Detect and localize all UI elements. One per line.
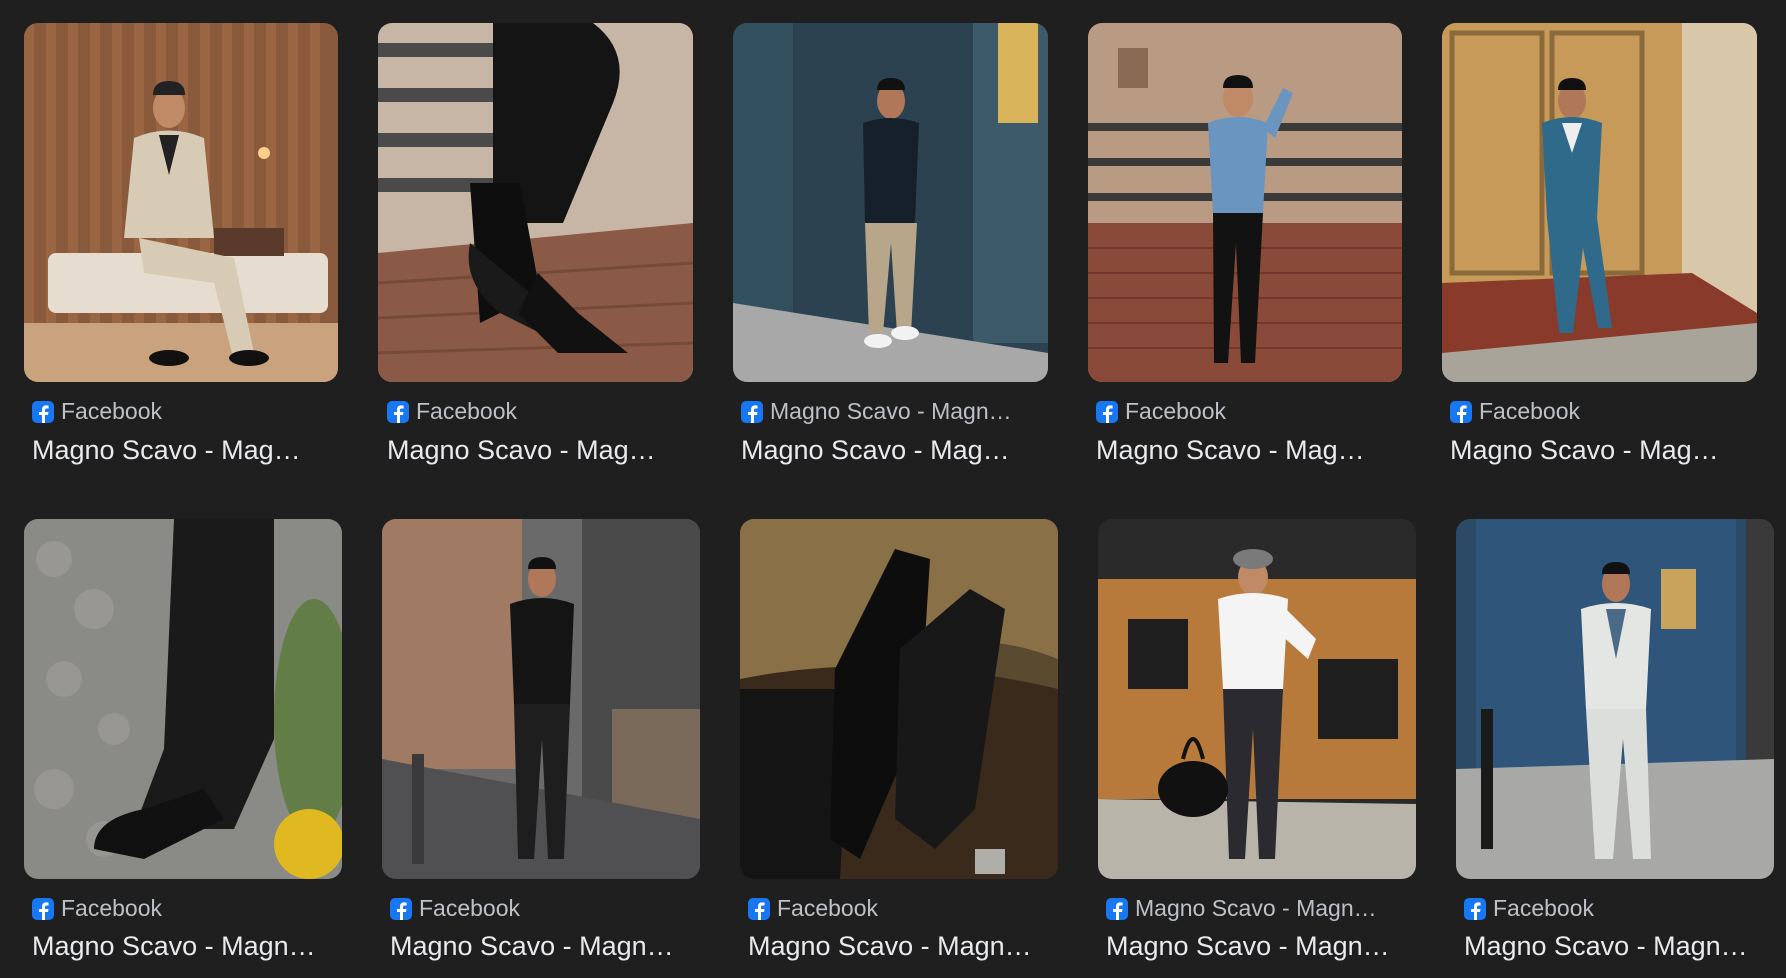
result-source-label: Facebook [1493, 895, 1595, 921]
result-source-label: Facebook [61, 895, 163, 921]
result-title[interactable]: Magno Scavo - Mag… [741, 435, 1041, 466]
result-source[interactable]: Facebook [32, 398, 332, 425]
facebook-icon [390, 897, 412, 920]
facebook-icon [1106, 897, 1128, 920]
result-source[interactable]: Facebook [1450, 398, 1750, 425]
result-thumbnail[interactable] [1088, 23, 1402, 382]
result-thumbnail[interactable] [740, 519, 1058, 879]
result-thumbnail[interactable] [1098, 519, 1416, 879]
result-title[interactable]: Magno Scavo - Mag… [32, 435, 332, 466]
result-source[interactable]: Magno Scavo - Magn… [1106, 895, 1406, 922]
result-source[interactable]: Magno Scavo - Magn… [741, 398, 1041, 425]
result-source-label: Facebook [61, 398, 163, 424]
facebook-icon [1096, 400, 1118, 423]
result-title[interactable]: Magno Scavo - Magn… [1464, 931, 1770, 962]
result-source-label: Magno Scavo - Magn… [1135, 895, 1377, 921]
image-results-grid: Facebook Magno Scavo - Mag… Facebook Mag… [0, 0, 1786, 978]
result-title[interactable]: Magno Scavo - Mag… [1450, 435, 1750, 466]
result-thumbnail[interactable] [378, 23, 693, 382]
result-source[interactable]: Facebook [32, 895, 332, 922]
facebook-icon [748, 897, 770, 920]
result-source[interactable]: Facebook [748, 895, 1048, 922]
result-source-label: Facebook [1125, 398, 1227, 424]
result-source-label: Facebook [777, 895, 879, 921]
result-source[interactable]: Facebook [1464, 895, 1764, 922]
result-source-label: Facebook [416, 398, 518, 424]
result-source[interactable]: Facebook [1096, 398, 1396, 425]
result-source[interactable]: Facebook [390, 895, 690, 922]
result-thumbnail[interactable] [24, 23, 338, 382]
facebook-icon [32, 400, 54, 423]
result-thumbnail[interactable] [1442, 23, 1757, 382]
result-title[interactable]: Magno Scavo - Mag… [1096, 435, 1396, 466]
result-source-label: Facebook [419, 895, 521, 921]
facebook-icon [387, 400, 409, 423]
result-title[interactable]: Magno Scavo - Magn… [32, 931, 338, 962]
result-title[interactable]: Magno Scavo - Magn… [1106, 931, 1412, 962]
result-thumbnail[interactable] [1456, 519, 1774, 879]
result-title[interactable]: Magno Scavo - Mag… [387, 435, 687, 466]
facebook-icon [1450, 400, 1472, 423]
facebook-icon [32, 897, 54, 920]
result-source-label: Facebook [1479, 398, 1581, 424]
result-title[interactable]: Magno Scavo - Magn… [748, 931, 1054, 962]
facebook-icon [1464, 897, 1486, 920]
result-source-label: Magno Scavo - Magn… [770, 398, 1012, 424]
result-thumbnail[interactable] [24, 519, 342, 879]
result-title[interactable]: Magno Scavo - Magn… [390, 931, 696, 962]
result-thumbnail[interactable] [382, 519, 700, 879]
result-thumbnail[interactable] [733, 23, 1048, 382]
facebook-icon [741, 400, 763, 423]
result-source[interactable]: Facebook [387, 398, 687, 425]
